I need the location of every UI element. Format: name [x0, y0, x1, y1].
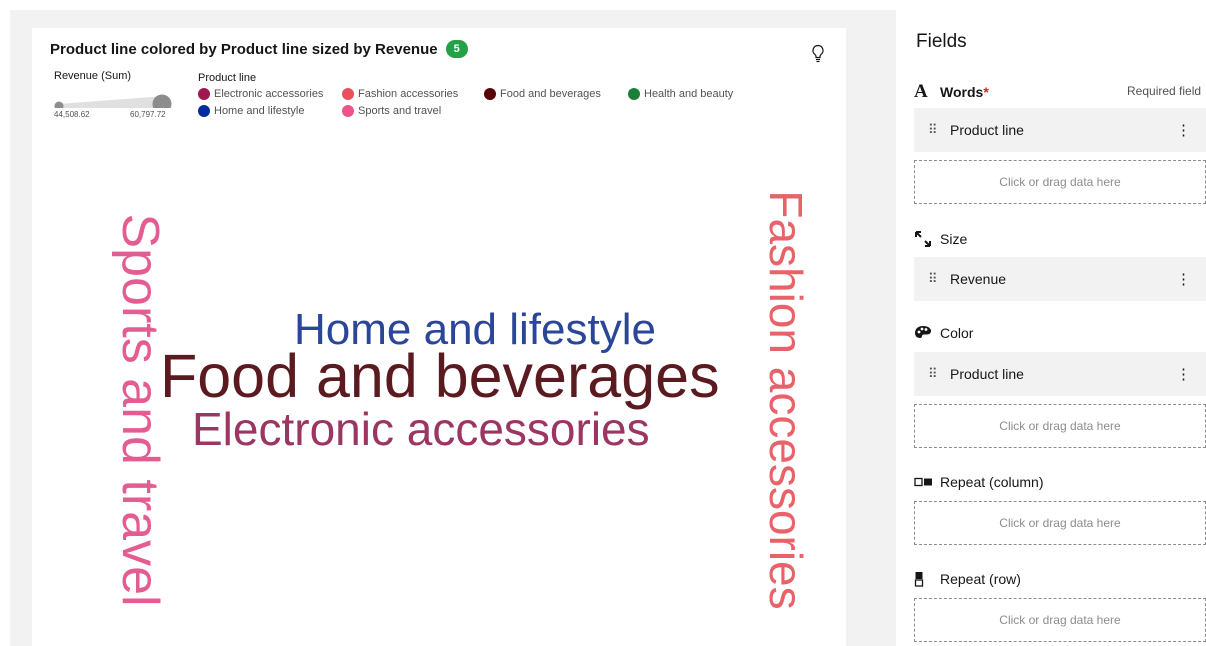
- legend-item-health-and-beauty[interactable]: Health and beauty: [628, 88, 733, 100]
- field-pill-product-line-color[interactable]: ⠿ Product line ⋮: [914, 352, 1206, 396]
- repeat-column-icon: [914, 477, 934, 487]
- visualization-card: Product line colored by Product line siz…: [32, 28, 846, 646]
- legend-item-electronic-accessories[interactable]: Electronic accessories: [198, 88, 323, 100]
- drag-handle-icon[interactable]: ⠿: [928, 366, 942, 382]
- size-legend-label: Revenue (Sum): [54, 70, 132, 82]
- legend-item-home-and-lifestyle[interactable]: Home and lifestyle: [198, 105, 305, 117]
- repeat-row-slot-label: Repeat (row): [940, 571, 1021, 587]
- title-text: Product line colored by Product line siz…: [50, 40, 438, 58]
- color-palette-icon: [914, 325, 934, 341]
- words-drop-zone[interactable]: Click or drag data here: [914, 160, 1206, 204]
- overflow-menu-icon[interactable]: ⋮: [1176, 270, 1191, 288]
- color-legend-label: Product line: [198, 72, 257, 84]
- field-pill-revenue[interactable]: ⠿ Revenue ⋮: [914, 257, 1206, 301]
- repeat-row-slot-header: Repeat (row): [914, 571, 1021, 587]
- legend-label: Food and beverages: [500, 88, 601, 100]
- words-slot-label: Words: [940, 84, 984, 100]
- repeat-column-slot-label: Repeat (column): [940, 474, 1044, 490]
- legend-swatch: [198, 88, 210, 100]
- required-mark: *: [983, 84, 989, 100]
- text-icon: A: [914, 81, 928, 102]
- field-name: Revenue: [950, 271, 1007, 287]
- legend-swatch: [628, 88, 640, 100]
- color-slot-label: Color: [940, 325, 974, 341]
- color-legend: Product line Electronic accessories Fash…: [198, 72, 798, 122]
- size-legend-ramp: [54, 94, 172, 108]
- size-legend-max: 60,797.72: [130, 110, 166, 119]
- fields-panel: Fields A Words * Required field ⠿ Produc…: [898, 0, 1206, 646]
- overflow-menu-icon[interactable]: ⋮: [1176, 365, 1191, 383]
- legend-item-sports-and-travel[interactable]: Sports and travel: [342, 105, 441, 117]
- color-slot-header: Color: [914, 325, 973, 341]
- repeat-column-drop-zone[interactable]: Click or drag data here: [914, 501, 1206, 545]
- repeat-row-drop-zone[interactable]: Click or drag data here: [914, 598, 1206, 642]
- field-name: Product line: [950, 366, 1024, 382]
- field-pill-product-line[interactable]: ⠿ Product line ⋮: [914, 108, 1206, 152]
- overflow-menu-icon[interactable]: ⋮: [1176, 121, 1191, 139]
- legend-swatch: [342, 105, 354, 117]
- repeat-row-icon: [914, 571, 934, 587]
- legend-label: Health and beauty: [644, 88, 734, 100]
- legend-label: Electronic accessories: [214, 88, 324, 100]
- drag-handle-icon[interactable]: ⠿: [928, 271, 942, 287]
- repeat-column-slot-header: Repeat (column): [914, 474, 1044, 490]
- legend-item-food-and-beverages[interactable]: Food and beverages: [484, 88, 601, 100]
- legend-item-fashion-accessories[interactable]: Fashion accessories: [342, 88, 458, 100]
- size-legend: Revenue (Sum) 44,508.62 60,797.72: [54, 70, 184, 120]
- word-food-and-beverages[interactable]: Food and beverages: [160, 346, 720, 407]
- resize-icon: [914, 230, 934, 248]
- panel-title: Fields: [916, 31, 967, 52]
- size-legend-min: 44,508.62: [54, 110, 90, 119]
- word-count-badge: 5: [445, 40, 468, 58]
- legend-label: Home and lifestyle: [214, 105, 305, 117]
- legend-swatch: [484, 88, 496, 100]
- required-field-text: Required field: [1127, 84, 1202, 98]
- legend-label: Sports and travel: [358, 105, 442, 117]
- lightbulb-icon[interactable]: [810, 44, 826, 64]
- size-slot-header: Size: [914, 230, 967, 248]
- word-sports-and-travel[interactable]: Sports and travel: [111, 213, 169, 606]
- legend-swatch: [198, 105, 210, 117]
- legend-label: Fashion accessories: [358, 88, 459, 100]
- words-slot-header: A Words *: [914, 81, 989, 103]
- field-name: Product line: [950, 122, 1024, 138]
- word-electronic-accessories[interactable]: Electronic accessories: [192, 406, 650, 452]
- legend-swatch: [342, 88, 354, 100]
- drag-handle-icon[interactable]: ⠿: [928, 122, 942, 138]
- size-slot-label: Size: [940, 231, 968, 247]
- visualization-title: Product line colored by Product line siz…: [50, 40, 468, 58]
- color-drop-zone[interactable]: Click or drag data here: [914, 404, 1206, 448]
- word-fashion-accessories[interactable]: Fashion accessories: [760, 190, 812, 609]
